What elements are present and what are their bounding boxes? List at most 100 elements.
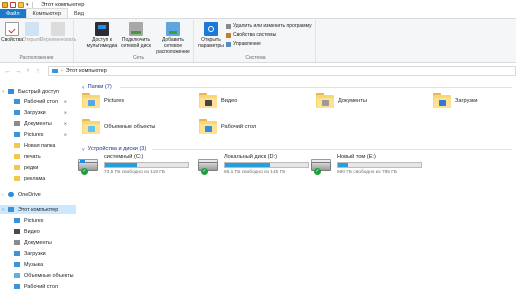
sidebar-item-label: Загрузки (24, 109, 46, 116)
properties-button[interactable]: Свойства (1, 22, 23, 43)
network-group: Доступ к мультимедиа Подключить сетевой … (84, 20, 194, 62)
sidebar-item-label: Рабочий стол (24, 283, 58, 289)
manage-button[interactable]: Управление (226, 41, 261, 47)
chevron-down-icon[interactable]: ▾ (26, 2, 29, 8)
system-properties-button[interactable]: Свойства системы (226, 32, 276, 38)
video-icon (14, 229, 20, 234)
nav-label: OneDrive (18, 191, 41, 198)
folder-item[interactable]: Документы (316, 93, 367, 108)
sidebar-item-label: Документы (24, 120, 52, 127)
uninstall-label: Удалить или изменить программу (233, 23, 312, 29)
map-drive-button[interactable]: Подключить сетевой диск (120, 22, 152, 49)
nav-this-pc[interactable]: ˅ Этот компьютер (0, 205, 76, 214)
tab-computer[interactable]: Компьютер (25, 8, 68, 18)
sidebar-item[interactable]: Pictures (0, 216, 76, 225)
media-access-button[interactable]: Доступ к мультимедиа (86, 22, 118, 49)
folder-icon (14, 154, 20, 159)
tab-view[interactable]: Вид (68, 9, 90, 18)
divider (120, 87, 512, 88)
uninstall-program-button[interactable]: Удалить или изменить программу (226, 23, 312, 29)
drives-section-header[interactable]: ˅ Устройства и диски (3) (82, 146, 146, 152)
sidebar-item-label: Pictures (24, 131, 44, 138)
pin-icon[interactable]: ✈ (62, 98, 69, 105)
sidebar-item[interactable]: Pictures ✈ (0, 130, 76, 139)
drive-name: Локальный диск (D:) (224, 154, 277, 160)
nav-onedrive[interactable]: › OneDrive (0, 190, 76, 199)
folder-item[interactable]: Рабочий стол (199, 119, 256, 134)
folder-emblem-icon (322, 100, 329, 106)
properties-icon[interactable] (10, 2, 16, 8)
gear-icon (204, 22, 218, 36)
folder-item[interactable]: Видео (199, 93, 237, 108)
properties-label: Свойства (1, 37, 23, 43)
sidebar-item[interactable]: редки (0, 163, 76, 172)
ribbon: Свойства Открыть Переименовать Расположе… (0, 19, 516, 63)
nav-quick-access[interactable]: ˅ Быстрый доступ (0, 87, 76, 96)
address-bar[interactable]: › Этот компьютер (48, 66, 516, 76)
sidebar-item[interactable]: Музыка (0, 260, 76, 269)
new-folder-icon[interactable] (18, 2, 24, 8)
folder-label: Документы (338, 97, 367, 104)
add-location-button[interactable]: Добавить сетевое расположение (154, 22, 192, 55)
drive-free-space: 73,5 ГБ свободно из 119 ГБ (104, 170, 166, 175)
folder-item[interactable]: Объемные объекты (82, 119, 155, 134)
location-group: Свойства Открыть Переименовать Расположе… (0, 20, 76, 62)
folder-icon (14, 165, 20, 170)
folder-item[interactable]: Загрузки (433, 93, 478, 108)
properties-icon (5, 22, 19, 36)
sidebar-item[interactable]: Рабочий стол (0, 282, 76, 289)
drive-item[interactable]: ✓ системный (C:) 73,5 ГБ свободно из 119 Г… (78, 154, 193, 178)
sidebar-item[interactable]: Загрузки ✈ (0, 108, 76, 117)
chevron-right-icon: › (2, 192, 4, 197)
pin-icon[interactable]: ✈ (62, 109, 69, 116)
sidebar-item[interactable]: Документы (0, 238, 76, 247)
programs-icon (226, 23, 231, 29)
sidebar-item[interactable]: Рабочий стол ✈ (0, 97, 76, 106)
divider (31, 2, 33, 8)
sidebar-item[interactable]: Объемные объекты (0, 271, 76, 280)
sidebar-item[interactable]: Видео (0, 227, 76, 236)
drive-name: Новый том (E:) (337, 154, 376, 160)
back-arrow-icon[interactable]: ← (3, 68, 13, 75)
tab-file[interactable]: Файл (0, 9, 26, 18)
sidebar-item[interactable]: Новая папка (0, 141, 76, 150)
pin-icon[interactable]: ✈ (62, 120, 69, 127)
folder-icon[interactable] (2, 2, 8, 8)
checkmark-icon: ✓ (201, 168, 208, 175)
documents-icon (14, 240, 20, 245)
desktop-icon (14, 284, 20, 289)
this-pc-icon (52, 68, 58, 74)
sidebar-item[interactable]: печать (0, 152, 76, 161)
system-properties-label: Свойства системы (233, 32, 277, 38)
drive-item[interactable]: ✓ Локальный диск (D:) 66,1 ГБ свободно из … (198, 154, 313, 178)
open-icon (25, 22, 39, 36)
folder-label: Рабочий стол (221, 123, 257, 130)
folder-icon (316, 93, 334, 108)
nav-label: Быстрый доступ (18, 88, 59, 95)
sidebar-item[interactable]: Документы ✈ (0, 119, 76, 128)
drive-usage-bar (224, 162, 309, 168)
window-title: Этот компьютер (41, 2, 85, 8)
folder-icon (433, 93, 451, 108)
sidebar-item[interactable]: реклама (0, 174, 76, 183)
ribbon-tabs: Файл Компьютер Вид (0, 8, 516, 19)
up-arrow-icon[interactable]: ↑ (33, 68, 43, 75)
pin-icon[interactable]: ✈ (62, 131, 69, 138)
chevron-down-icon[interactable]: ˅ (23, 68, 33, 74)
pictures-icon (14, 132, 20, 137)
drives-header-label: Устройства и диски (3) (87, 146, 147, 152)
open-settings-button[interactable]: Открыть параметры (198, 22, 224, 49)
open-button[interactable]: Открыть (22, 22, 42, 43)
sidebar-item[interactable]: Загрузки (0, 249, 76, 258)
folder-icon (199, 119, 217, 134)
drive-item[interactable]: ✓ Новый том (E:) 690 ГБ свободно из 785 ГБ (311, 154, 426, 178)
sidebar-item-label: реклама (24, 175, 46, 182)
rename-button[interactable]: Переименовать (40, 22, 76, 43)
network-group-label: Сеть (132, 55, 145, 61)
forward-arrow-icon[interactable]: → (13, 68, 23, 75)
drive-usage-fill (225, 163, 270, 167)
folder-item[interactable]: Pictures (82, 93, 124, 108)
folder-label: Загрузки (455, 97, 478, 104)
folders-section-header[interactable]: ˅ Папки (7) (82, 84, 112, 90)
music-icon (14, 262, 20, 267)
